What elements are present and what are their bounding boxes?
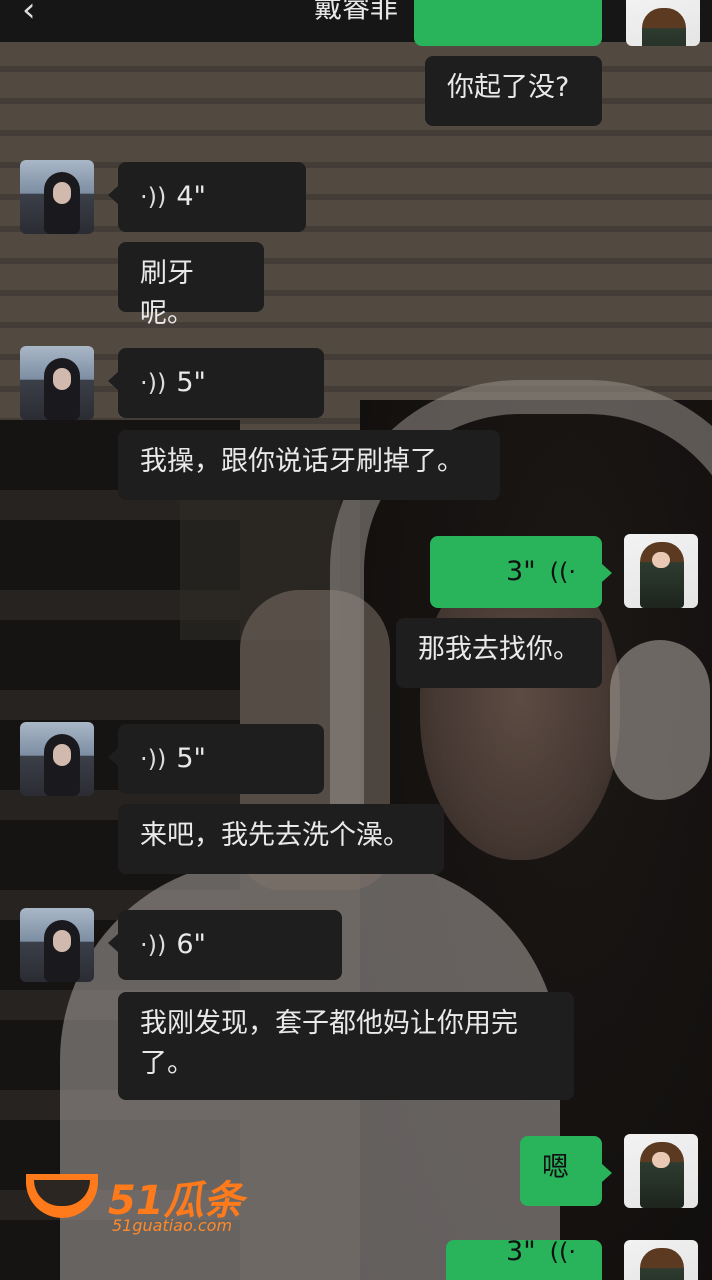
voice-duration: 4" [176, 181, 206, 212]
voice-message-bubble[interactable]: ·)) 6" [108, 910, 342, 980]
my-avatar[interactable] [626, 0, 700, 46]
chat-header: ‹ 戴睿菲 ··· [0, 0, 712, 42]
message-text: 刷牙呢。 [140, 258, 194, 329]
avatar-face [652, 1152, 670, 1168]
message-bubble[interactable]: 嗯 [520, 1136, 612, 1206]
voice-wave-icon: ((· [549, 1240, 576, 1266]
voice-wave-icon: ·)) [140, 369, 167, 397]
voice-message-bubble[interactable]: ·)) 5" [108, 724, 324, 794]
watermark-url: 51guatiao.com [112, 1216, 233, 1235]
contact-avatar[interactable] [20, 722, 94, 796]
avatar-face [652, 552, 670, 568]
contact-avatar[interactable] [20, 160, 94, 234]
voice-duration: 6" [176, 929, 206, 960]
avatar-figure [640, 1248, 684, 1280]
my-avatar[interactable] [624, 534, 698, 608]
my-avatar[interactable] [624, 1134, 698, 1208]
voice-wave-icon: ·)) [140, 931, 167, 959]
avatar-face [53, 930, 71, 952]
message-bubble[interactable]: 刷牙呢。 [118, 242, 264, 329]
message-text: 那我去找你。 [418, 634, 580, 665]
message-text: 我操，跟你说话牙刷掉了。 [140, 446, 464, 477]
voice-wave-icon: ·)) [140, 745, 167, 773]
voice-duration: 3" [506, 1240, 536, 1267]
message-text: 嗯 [542, 1152, 569, 1183]
voice-message-bubble[interactable]: ·)) 5" [108, 348, 324, 418]
watermark: 51瓜条 51guatiao.com [26, 1168, 256, 1238]
voice-duration: 5" [176, 743, 206, 774]
message-bubble[interactable]: 来吧，我先去洗个澡。 [118, 804, 444, 874]
message-bubble[interactable]: 你起了没? [425, 56, 602, 126]
message-bubble[interactable]: 我刚发现，套子都他妈让你用完了。 [118, 992, 574, 1100]
avatar-figure [642, 8, 686, 46]
my-avatar[interactable] [624, 1240, 698, 1280]
voice-message-bubble[interactable]: 3" ((· [446, 1240, 602, 1280]
contact-avatar[interactable] [20, 346, 94, 420]
voice-message-bubble[interactable]: ·)) 4" [108, 162, 306, 232]
avatar-face [53, 744, 71, 766]
avatar-face [53, 368, 71, 390]
message-bubble[interactable]: 我操，跟你说话牙刷掉了。 [118, 430, 500, 500]
message-bubble-partial[interactable] [414, 0, 602, 46]
voice-wave-icon: ((· [549, 558, 576, 586]
message-text: 你起了没? [447, 72, 570, 103]
avatar-face [53, 182, 71, 204]
watermelon-logo-icon [26, 1174, 98, 1218]
message-text: 来吧，我先去洗个澡。 [140, 820, 410, 851]
voice-duration: 5" [176, 367, 206, 398]
contact-name: 戴睿菲 [313, 0, 398, 24]
contact-avatar[interactable] [20, 908, 94, 982]
voice-duration: 3" [506, 556, 536, 587]
message-bubble[interactable]: 那我去找你。 [396, 618, 602, 688]
voice-message-bubble[interactable]: 3" ((· [430, 536, 612, 608]
voice-wave-icon: ·)) [140, 183, 167, 211]
message-text: 我刚发现，套子都他妈让你用完了。 [140, 1008, 518, 1079]
